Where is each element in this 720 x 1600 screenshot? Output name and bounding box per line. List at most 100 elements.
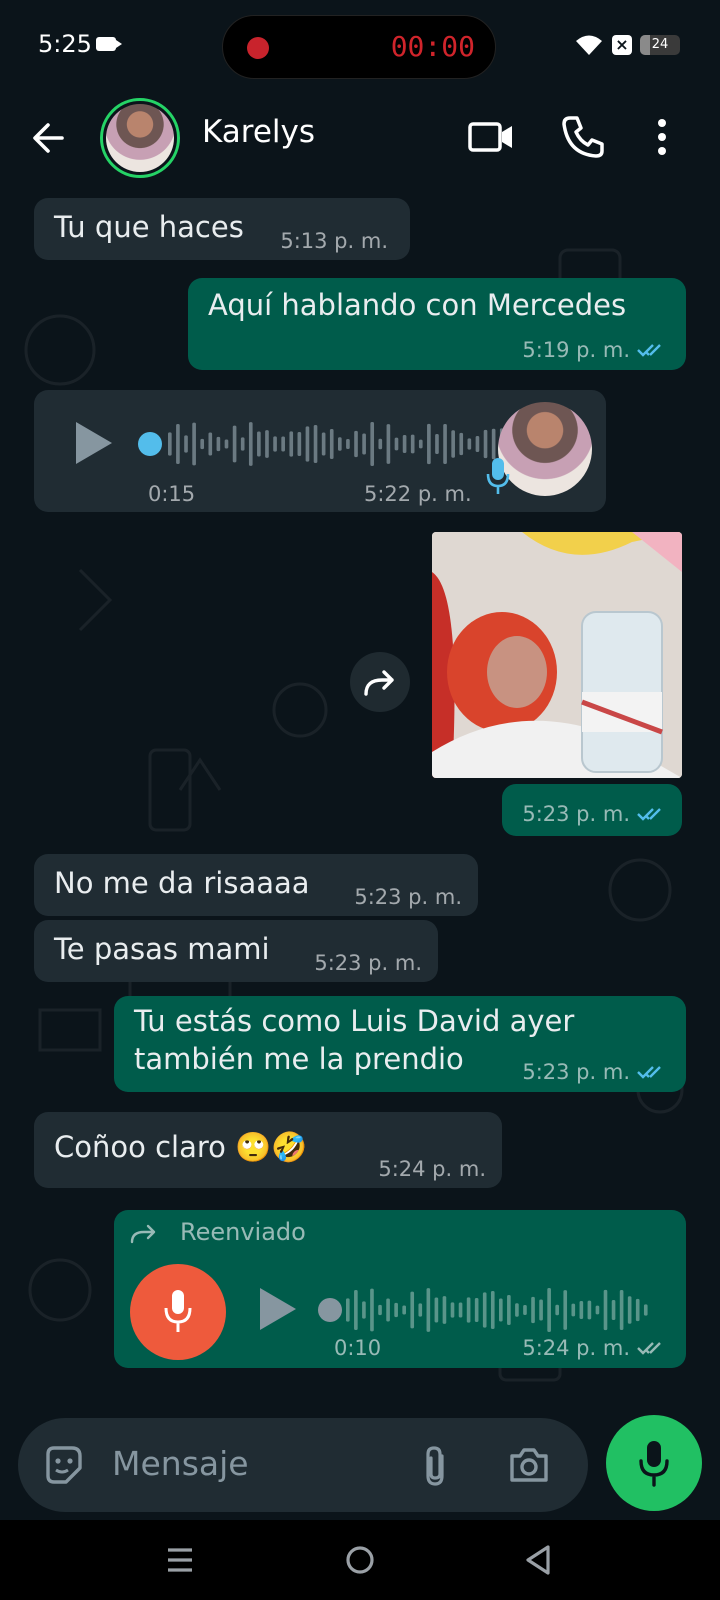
video-call-icon[interactable] xyxy=(466,112,516,162)
message-meta: 5:19 p. m. xyxy=(522,338,668,362)
outgoing-image[interactable] xyxy=(432,532,682,778)
message-meta: 5:23 p. m. xyxy=(522,1060,668,1084)
waveform-bar xyxy=(515,1303,519,1317)
record-voice-button[interactable] xyxy=(606,1415,702,1511)
message-text: Aquí hablando con Mercedes xyxy=(208,288,627,322)
message-time: 5:23 p. m. xyxy=(522,1060,630,1084)
outgoing-message[interactable]: Tu estás como Luis David ayer también me… xyxy=(114,996,686,1092)
more-options-icon[interactable] xyxy=(650,112,674,162)
battery-level: 24 xyxy=(651,37,669,52)
waveform-bar xyxy=(273,436,277,452)
camera-icon[interactable] xyxy=(508,1446,550,1484)
back-arrow-icon[interactable] xyxy=(28,116,72,160)
waveform-bar xyxy=(394,437,399,451)
waveform-bar xyxy=(346,1298,350,1322)
home-icon[interactable] xyxy=(342,1542,378,1578)
outgoing-message[interactable]: Aquí hablando con Mercedes 5:19 p. m. xyxy=(188,278,686,370)
playback-handle[interactable] xyxy=(318,1298,342,1322)
waveform-bar xyxy=(402,1305,406,1315)
read-ticks-icon xyxy=(637,808,661,821)
waveform-bar xyxy=(248,422,253,466)
waveform-bar xyxy=(483,429,488,459)
waveform-bar xyxy=(192,422,196,466)
waveform-bar xyxy=(410,434,415,454)
waveform-bar xyxy=(354,1289,358,1331)
recents-icon[interactable] xyxy=(162,1542,198,1578)
sticker-icon[interactable] xyxy=(42,1444,84,1486)
incoming-message[interactable]: No me da risaaaa 5:23 p. m. xyxy=(34,854,478,916)
wifi-icon xyxy=(576,35,602,55)
voice-waveform[interactable] xyxy=(346,1286,652,1334)
contact-name[interactable]: Karelys xyxy=(202,114,315,150)
waveform-bar xyxy=(523,1304,527,1316)
status-bar: 5:25 00:00 × 24 xyxy=(0,0,720,90)
shared-photo xyxy=(432,532,682,778)
forward-button[interactable] xyxy=(350,652,410,712)
waveform-bar xyxy=(370,422,375,466)
chat-area[interactable]: Tu que haces 5:13 p. m. Aquí hablando co… xyxy=(0,190,720,1520)
voice-call-icon[interactable] xyxy=(558,112,608,162)
waveform-bar xyxy=(200,438,205,450)
waveform-bar xyxy=(443,423,447,465)
waveform-bar xyxy=(394,1302,398,1318)
read-ticks-icon xyxy=(637,344,661,357)
message-meta: 5:24 p. m. xyxy=(522,1336,668,1360)
mic-icon xyxy=(164,1290,192,1332)
voice-note-badge xyxy=(130,1264,226,1360)
waveform-bar xyxy=(418,1303,423,1317)
waveform-bar xyxy=(475,435,480,453)
waveform-bar xyxy=(627,1296,632,1324)
waveform-bar xyxy=(305,426,310,462)
read-ticks-icon xyxy=(637,1066,661,1079)
waveform-bar xyxy=(427,423,431,465)
recording-timer: 00:00 xyxy=(390,30,475,63)
waveform-bar xyxy=(386,424,391,464)
play-icon[interactable] xyxy=(74,420,114,466)
contact-avatar[interactable] xyxy=(100,98,180,178)
mic-icon xyxy=(639,1441,669,1487)
waveform-bar xyxy=(329,428,334,460)
waveform-bar xyxy=(450,1302,455,1318)
incoming-message[interactable]: Coñoo claro 🙄🤣 5:24 p. m. xyxy=(34,1112,502,1188)
outgoing-forwarded-voice-message[interactable]: Reenviado 0:10 5:24 p. m. xyxy=(114,1210,686,1368)
recording-indicator[interactable]: 00:00 xyxy=(222,15,496,79)
waveform-bar xyxy=(539,1299,543,1321)
message-time: 5:24 p. m. xyxy=(522,1336,630,1360)
message-text-line1: Tu estás como Luis David ayer xyxy=(134,1004,575,1038)
delivered-ticks-icon xyxy=(637,1342,661,1355)
waveform-bar xyxy=(555,1304,559,1316)
incoming-voice-message[interactable]: 0:15 5:22 p. m. xyxy=(34,390,606,512)
message-input[interactable]: Mensaje xyxy=(112,1444,249,1483)
message-time: 5:19 p. m. xyxy=(522,338,630,362)
play-icon[interactable] xyxy=(258,1286,298,1332)
message-text: Tu que haces xyxy=(54,210,244,244)
waveform-bar xyxy=(474,1297,479,1323)
message-time: 5:23 p. m. xyxy=(314,951,422,975)
voice-duration: 0:10 xyxy=(334,1336,382,1360)
message-time: 5:22 p. m. xyxy=(364,482,472,506)
incoming-message[interactable]: Te pasas mami 5:23 p. m. xyxy=(34,920,438,982)
voice-duration: 0:15 xyxy=(148,482,196,506)
message-time: 5:23 p. m. xyxy=(354,885,462,909)
playback-handle[interactable] xyxy=(138,432,162,456)
sender-avatar xyxy=(498,402,592,496)
waveform-bar xyxy=(466,1297,471,1323)
waveform-bar xyxy=(184,435,188,453)
waveform-bar xyxy=(531,1296,535,1324)
waveform-bar xyxy=(289,431,294,457)
forwarded-icon xyxy=(130,1224,156,1244)
waveform-bar xyxy=(208,432,213,456)
waveform-bar xyxy=(240,437,245,451)
attach-icon[interactable] xyxy=(420,1444,450,1488)
back-nav-icon[interactable] xyxy=(520,1542,556,1578)
screen-record-icon xyxy=(96,37,122,51)
waveform-bar xyxy=(232,425,237,463)
forward-icon xyxy=(364,670,394,696)
message-text-line2: también me la prendio xyxy=(134,1042,464,1076)
message-time: 5:13 p. m. xyxy=(280,229,388,253)
message-time: 5:23 p. m. xyxy=(522,802,630,826)
waveform-bar xyxy=(313,424,318,464)
incoming-message[interactable]: Tu que haces 5:13 p. m. xyxy=(34,198,410,260)
voice-waveform[interactable] xyxy=(168,420,508,468)
waveform-bar xyxy=(619,1289,624,1331)
